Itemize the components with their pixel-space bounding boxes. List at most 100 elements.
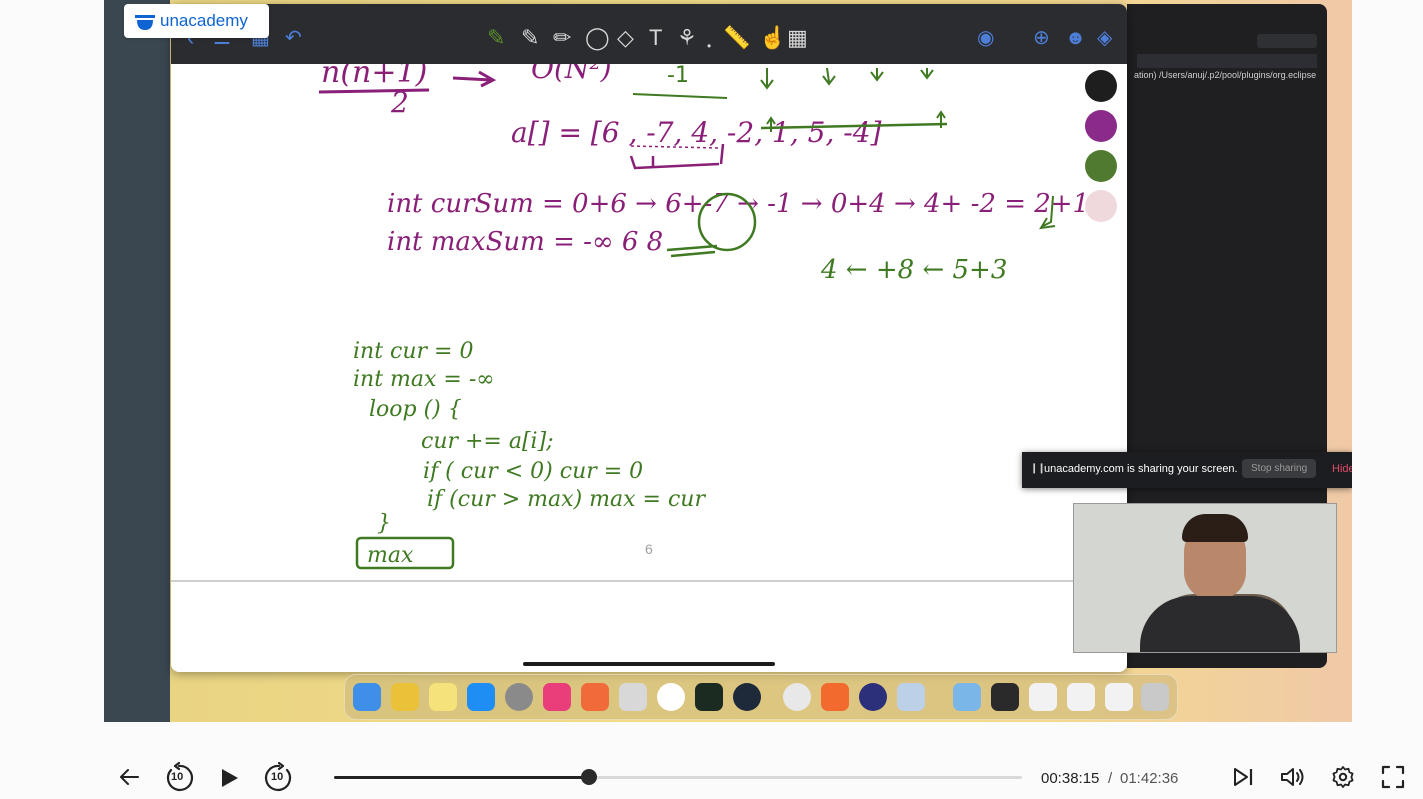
down-arrow-4 [920,68,934,80]
recent-window-1-icon[interactable] [991,683,1019,711]
progress-thumb[interactable] [580,769,597,785]
macos-dock [344,674,1178,720]
pen-pink-button[interactable] [1085,190,1117,222]
eclipse-toolbar [1257,34,1317,48]
quicktime-icon[interactable] [897,683,925,711]
notes-app-window: ‹ ☰ ▦ ↶ ✎ ✎ ✏ ◯ ◇ T ⚘ • 📏 ☝ ▦ ◉ ⊕ ☻ ◈ n(… [171,4,1127,672]
code-line-6: if (cur > max) max = cur [427,487,706,512]
layers-icon[interactable]: ◈ [1097,26,1112,50]
fraction-line [318,88,430,94]
presenter-hair [1182,514,1248,542]
activity-monitor-icon[interactable] [695,683,723,711]
down-arrow-2 [822,67,836,86]
brave-icon[interactable] [821,683,849,711]
ruler-icon[interactable]: 📏 [723,26,750,50]
microphone-icon[interactable]: ◉ [977,26,994,50]
notes-toolbar: ‹ ☰ ▦ ↶ ✎ ✎ ✏ ◯ ◇ T ⚘ • 📏 ☝ ▦ ◉ ⊕ ☻ ◈ [171,4,1127,64]
eclipse-icon[interactable] [859,683,887,711]
n-formula-denominator: 2 [390,86,409,119]
code-line-2: int max = -∞ [353,367,495,392]
player-controls [0,722,1423,798]
dot-separator-icon: • [707,39,712,53]
text-tool-icon[interactable]: T [649,26,662,50]
notes-icon[interactable] [429,683,457,711]
home-indicator [523,662,775,666]
code-line-1: int cur = 0 [353,339,473,364]
presenter-shirt [1140,596,1300,652]
unacademy-logo: unacademy [124,4,269,38]
boxed-max-text: max [367,543,414,568]
total-time: 01:42:36 [1120,770,1179,787]
forward-10-button[interactable]: 10 [263,761,295,794]
highlighter-icon[interactable]: ✎ [487,26,505,50]
share-message: unacademy.com is sharing your screen. [1044,463,1238,475]
pen-black-button[interactable] [1085,70,1117,102]
sketch-icon[interactable] [581,683,609,711]
sum-note-text: 4 ← +8 ← 5+3 [820,255,1007,285]
recent-window-2-icon[interactable] [1029,683,1057,711]
pen-icon[interactable]: ✎ [521,26,539,50]
n-formula-text: n(n+1) [321,64,427,90]
forward-label: 10 [271,771,284,783]
fullscreen-icon[interactable] [1381,765,1405,789]
pen-green-button[interactable] [1085,150,1117,182]
stop-sharing-button[interactable]: Stop sharing [1242,459,1317,478]
green-underline-top [632,93,728,99]
chrome-icon[interactable] [783,683,811,711]
down-arrow-1 [760,68,774,90]
preview-icon[interactable] [619,683,647,711]
screen-share-notice: ❙❙ unacademy.com is sharing your screen.… [1022,452,1352,488]
settings-icon[interactable] [1331,765,1355,789]
video-frame[interactable]: ation) /Users/anuj/.p2/pool/plugins/org.… [104,0,1352,722]
finder-icon[interactable] [353,683,381,711]
add-page-icon[interactable]: ⊕ [1033,26,1050,50]
downloads-folder-icon[interactable] [953,683,981,711]
hide-button[interactable]: Hide [1332,463,1352,475]
pencil-icon[interactable]: ✏ [553,26,571,50]
recent-window-3-icon[interactable] [1067,683,1095,711]
recent-window-4-icon[interactable] [1105,683,1133,711]
grid-icon[interactable]: ▦ [787,26,808,50]
system-settings-icon[interactable] [505,683,533,711]
webex-icon[interactable] [657,683,685,711]
play-button[interactable] [217,766,241,790]
rewind-10-button[interactable]: 10 [163,761,195,794]
handwriting-canvas[interactable]: n(n+1) 2 O(N²) -1 a[] = [6 , -7, 4, -2, … [171,64,1127,580]
intellij-icon[interactable] [543,683,571,711]
trash-icon[interactable] [1141,683,1169,711]
shape-tool-icon[interactable]: ⚘ [677,26,697,50]
next-icon[interactable] [1232,766,1254,788]
maxsum-text: int maxSum = -∞ 6 8 [387,227,663,257]
launchpad-icon[interactable] [391,683,419,711]
eclipse-icons-row [1137,54,1317,68]
code-line-5: if ( cur < 0) cur = 0 [423,459,643,484]
app-store-icon[interactable] [467,683,495,711]
volume-icon[interactable] [1279,765,1307,789]
rewind-label: 10 [171,771,184,783]
green-fragment-minus-one: -1 [667,64,689,88]
lasso-icon[interactable]: ◯ [585,26,610,50]
back-arrow-icon[interactable] [118,766,140,788]
page-number: 6 [645,541,653,557]
current-time: 00:38:15 [1041,770,1100,787]
collaborate-icon[interactable]: ☻ [1065,26,1086,50]
unacademy-logo-icon [135,15,155,30]
webcam-feed [1073,503,1337,653]
page-separator [171,580,1127,582]
unacademy-logo-text: unacademy [160,11,248,30]
undo-icon[interactable]: ↶ [285,26,302,50]
pause-icon: ❙❙ [1030,463,1046,474]
hand-icon[interactable]: ☝ [759,26,786,50]
pen-purple-button[interactable] [1085,110,1117,142]
maxsum-underline [666,244,718,258]
code-line-3: loop () { [369,397,462,422]
down-arrow-3 [870,68,884,82]
up-arrow-right [936,110,946,128]
cursum-text: int curSum = 0+6 → 6+-7 → -1 → 0+4 → 4+ … [387,189,1089,219]
code-line-7: } [377,511,391,536]
obs-icon[interactable] [733,683,761,711]
time-separator: / [1108,770,1113,787]
eclipse-path: ation) /Users/anuj/.p2/pool/plugins/org.… [1134,70,1317,80]
eraser-icon[interactable]: ◇ [617,26,634,50]
progress-fill [334,776,589,779]
